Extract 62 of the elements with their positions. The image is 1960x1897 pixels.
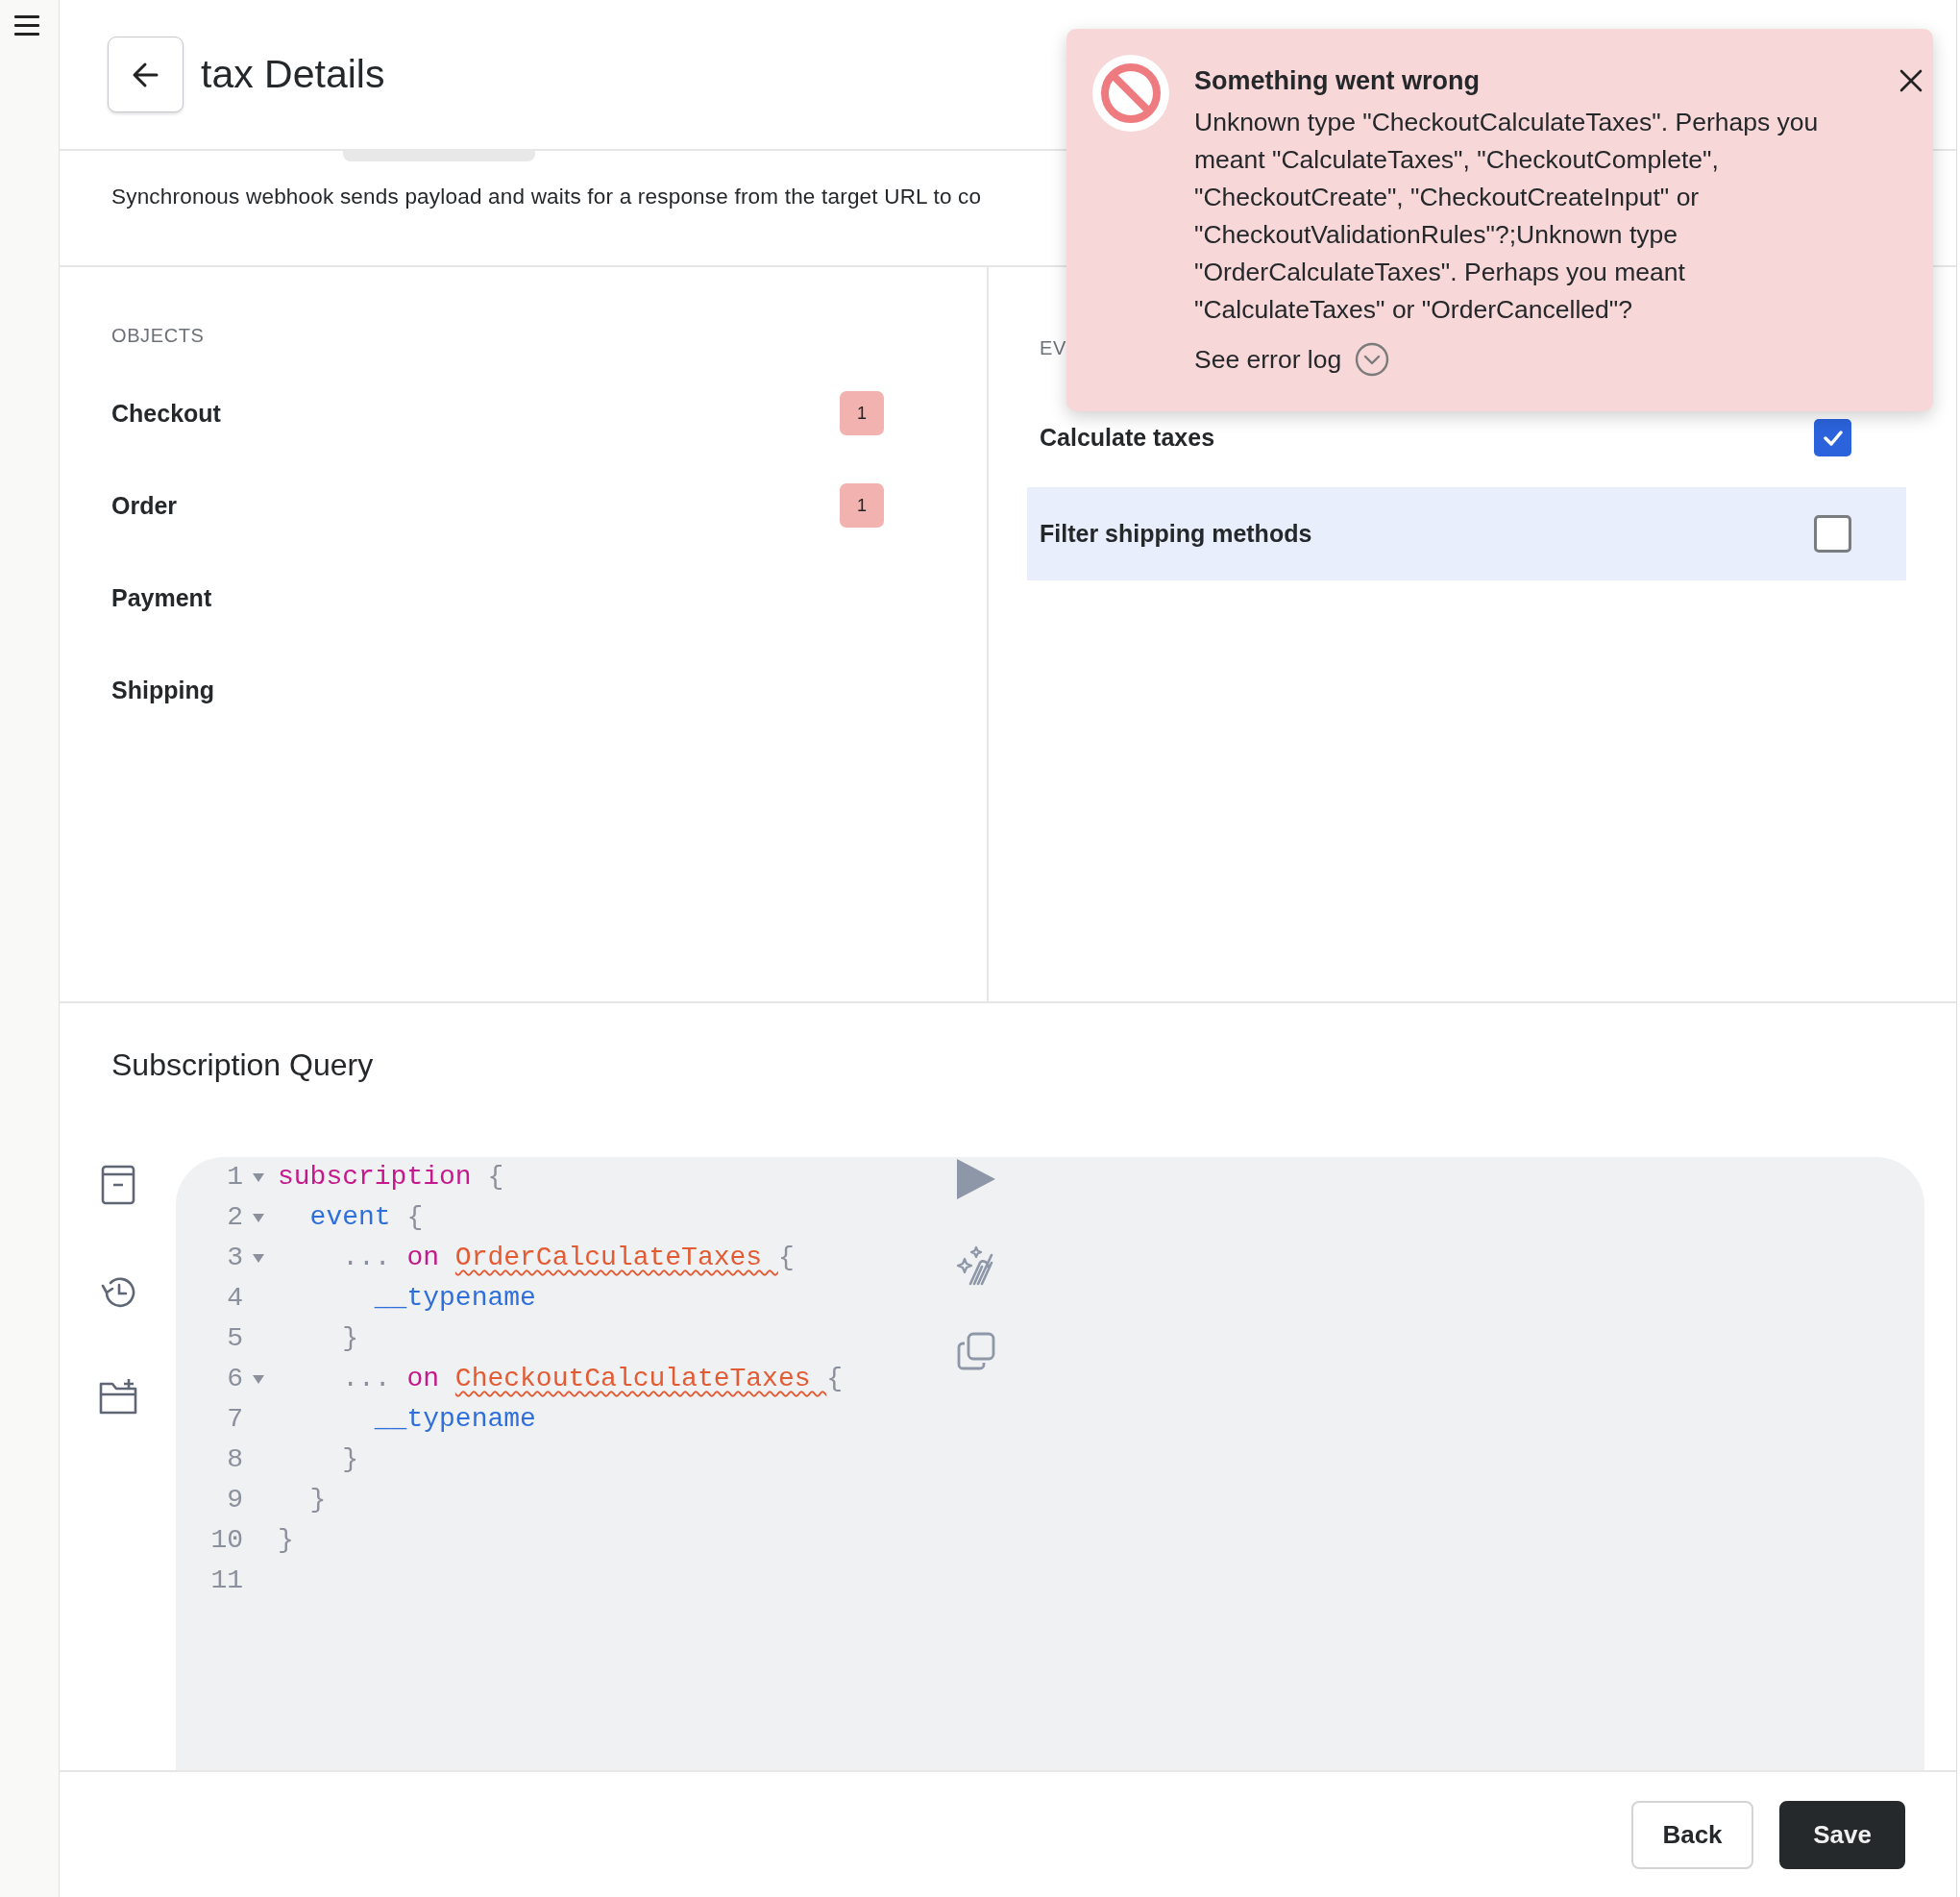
- event-row[interactable]: Filter shipping methods: [1027, 487, 1906, 580]
- checkbox[interactable]: [1814, 515, 1851, 553]
- chevron-down-icon[interactable]: [1355, 342, 1390, 377]
- line-number: 5: [226, 1322, 243, 1355]
- code-line: event {: [308, 1201, 425, 1234]
- line-number: 6: [226, 1363, 243, 1395]
- toast-title: Something went wrong: [1194, 65, 1481, 97]
- back-arrow-icon: [131, 61, 160, 88]
- code-line: subscription {: [278, 1161, 505, 1194]
- code-line: __typename: [373, 1403, 537, 1436]
- folder-plus-icon[interactable]: [98, 1376, 137, 1415]
- count-badge: 1: [840, 483, 884, 528]
- checkbox[interactable]: [1814, 419, 1851, 456]
- copy-icon[interactable]: [957, 1332, 995, 1370]
- code-editor[interactable]: 1 subscription { 2 event { 3 ... on OrderCalculateTaxes { 4 __typename 5 } 6 ... on CheckoutCalculateTaxes { 7 __typename 8 } 9 } 10 } 11: [176, 1157, 1924, 1770]
- object-name: Payment: [111, 583, 212, 612]
- code-line: }: [308, 1484, 328, 1516]
- error-message: Unknown type "CheckoutCalculateTaxes". Perhaps you meant "CalculateTaxes", "CheckoutComplete", "CheckoutCreate", "CheckoutCreateInput" or "CheckoutValidationRules"?;Unknown type "OrderCalculateTaxes". Perhaps you meant "CalculateTaxes" or "OrderCancelled"?: [1194, 107, 1820, 326]
- object-name: Shipping: [111, 676, 214, 704]
- close-icon[interactable]: [1899, 69, 1923, 92]
- save-button[interactable]: Save: [1779, 1800, 1905, 1869]
- object-item[interactable]: Checkout 1: [111, 367, 884, 459]
- document-icon[interactable]: [100, 1165, 135, 1205]
- no-entry-icon: [1092, 55, 1169, 132]
- line-number: 9: [226, 1484, 243, 1516]
- code-line: ... on CheckoutCalculateTaxes {: [341, 1363, 845, 1395]
- page-title: tax Details: [201, 52, 385, 97]
- event-name: Calculate taxes: [1040, 424, 1215, 452]
- line-number: 8: [226, 1443, 243, 1476]
- object-name: Order: [111, 491, 178, 520]
- object-name: Checkout: [111, 399, 221, 428]
- back-button[interactable]: Back: [1631, 1800, 1753, 1869]
- section-title: Subscription Query: [111, 1047, 375, 1084]
- line-number: 7: [226, 1403, 243, 1436]
- play-icon[interactable]: [955, 1157, 997, 1201]
- menu-icon[interactable]: [14, 13, 39, 37]
- event-row[interactable]: Calculate taxes: [1027, 391, 1906, 484]
- back-button[interactable]: [108, 37, 184, 112]
- event-name: Filter shipping methods: [1040, 520, 1312, 548]
- object-item[interactable]: Shipping: [111, 644, 884, 736]
- object-item[interactable]: Payment: [111, 552, 884, 644]
- count-badge: 1: [840, 391, 884, 435]
- fold-icon[interactable]: [253, 1374, 264, 1384]
- object-item[interactable]: Order 1: [111, 459, 884, 552]
- line-number: 10: [209, 1524, 243, 1557]
- code-line: }: [278, 1524, 295, 1557]
- code-line: __typename: [373, 1282, 537, 1315]
- line-number: 11: [209, 1564, 243, 1597]
- line-number: 1: [226, 1161, 243, 1194]
- fold-icon[interactable]: [253, 1213, 264, 1222]
- section-label: OBJECTS: [111, 324, 206, 347]
- error-log-link[interactable]: See error log: [1194, 342, 1342, 377]
- code-line: }: [341, 1443, 359, 1476]
- check-icon: [1823, 430, 1843, 446]
- fold-icon[interactable]: [253, 1253, 264, 1263]
- line-number: 3: [226, 1242, 243, 1274]
- code-line: ... on OrderCalculateTaxes {: [341, 1242, 796, 1274]
- fold-icon[interactable]: [253, 1172, 264, 1182]
- line-number: 2: [226, 1201, 243, 1234]
- code-line: }: [341, 1322, 359, 1355]
- line-number: 4: [226, 1282, 243, 1315]
- description-text: Synchronous webhook sends payload and waits for a response from the target URL to co: [111, 184, 982, 210]
